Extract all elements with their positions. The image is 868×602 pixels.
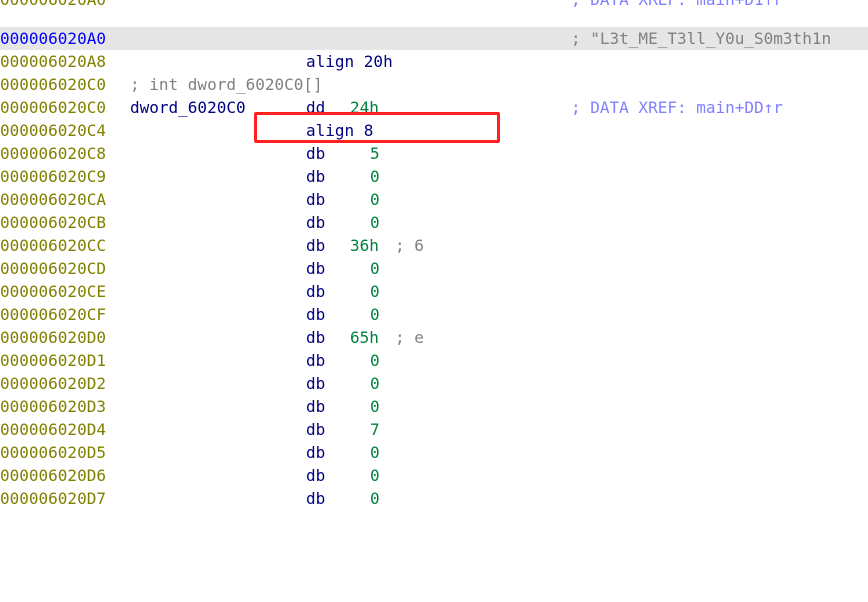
listing-row[interactable]: 000006020A8 align 20h	[0, 50, 868, 73]
listing-row[interactable]: 000006020D1 db 0	[0, 349, 868, 372]
address: 000006020D1	[0, 351, 106, 370]
address: 000006020CC	[0, 236, 106, 255]
address: 000006020A8	[0, 52, 106, 71]
address: 000006020CD	[0, 259, 106, 278]
address: 000006020C4	[0, 121, 106, 140]
address: 000006020C0	[0, 75, 106, 94]
listing-row[interactable]: 000006020D3 db 0	[0, 395, 868, 418]
mnemonic: db	[306, 420, 326, 439]
listing-row[interactable]: 000006020D7 db 0	[0, 487, 868, 510]
mnemonic: db	[306, 466, 326, 485]
address: 000006020D6	[0, 466, 106, 485]
listing-row[interactable]: 000006020D4 db 7	[0, 418, 868, 441]
listing-row[interactable]: 000006020A0 ; DATA XREF: main+D1↑r	[0, 0, 868, 11]
operand: 0	[370, 397, 380, 416]
address: 000006020CB	[0, 213, 106, 232]
mnemonic: db	[306, 397, 326, 416]
listing-row[interactable]: 000006020D5 db 0	[0, 441, 868, 464]
mnemonic: db	[306, 213, 326, 232]
operand: 0	[370, 282, 380, 301]
listing-row[interactable]: 000006020CE db 0	[0, 280, 868, 303]
listing-row[interactable]: 000006020CF db 0	[0, 303, 868, 326]
listing-row[interactable]: 000006020C0 ; int dword_6020C0[]	[0, 73, 868, 96]
listing-row[interactable]: 000006020CB db 0	[0, 211, 868, 234]
address: 000006020D2	[0, 374, 106, 393]
operand: 7	[370, 420, 380, 439]
mnemonic: db	[306, 259, 326, 278]
operand: 0	[370, 190, 380, 209]
listing-row[interactable]: 000006020CD db 0	[0, 257, 868, 280]
mnemonic: db	[306, 351, 326, 370]
listing-row[interactable]: 000006020C9 db 0	[0, 165, 868, 188]
mnemonic: db	[306, 489, 326, 508]
operand: 0	[370, 374, 380, 393]
char-comment: ; e	[395, 328, 424, 347]
operand: 0	[370, 259, 380, 278]
address: 000006020D5	[0, 443, 106, 462]
disassembly-view[interactable]: 000006020A0 ; DATA XREF: main+D1↑r 00000…	[0, 0, 868, 514]
operand: 36h	[350, 236, 379, 255]
mnemonic: db	[306, 190, 326, 209]
address: 000006020D7	[0, 489, 106, 508]
mnemonic: db	[306, 328, 326, 347]
address: 000006020CF	[0, 305, 106, 324]
operand: 0	[370, 489, 380, 508]
operand: 0	[370, 167, 380, 186]
operand: 5	[370, 144, 380, 163]
operand: 0	[370, 443, 380, 462]
string-comment: ; "L3t_ME_T3ll_Y0u_S0m3th1n	[571, 29, 832, 48]
mnemonic: db	[306, 167, 326, 186]
address: 000006020A0	[0, 0, 106, 11]
declaration-comment: ; int dword_6020C0[]	[130, 75, 323, 94]
mnemonic: db	[306, 144, 326, 163]
mnemonic: db	[306, 443, 326, 462]
mnemonic: db	[306, 305, 326, 324]
listing-row[interactable]: 000006020D0 db 65h ; e	[0, 326, 868, 349]
address: 000006020D4	[0, 420, 106, 439]
mnemonic: db	[306, 374, 326, 393]
operand: 0	[370, 305, 380, 324]
xref-comment[interactable]: ; DATA XREF: main+D1↑r	[571, 0, 783, 11]
address: 000006020D3	[0, 397, 106, 416]
address: 000006020C0	[0, 98, 106, 117]
mnemonic: db	[306, 282, 326, 301]
address: 000006020C9	[0, 167, 106, 186]
annotation-highlight-box	[254, 112, 500, 143]
address: 000006020C8	[0, 144, 106, 163]
address: 000006020CA	[0, 190, 106, 209]
listing-row[interactable]: 000006020C8 db 5	[0, 142, 868, 165]
operand: 0	[370, 213, 380, 232]
char-comment: ; 6	[395, 236, 424, 255]
mnemonic: align 20h	[306, 52, 393, 71]
operand: 65h	[350, 328, 379, 347]
address: 000006020CE	[0, 282, 106, 301]
operand: 0	[370, 466, 380, 485]
address: 000006020D0	[0, 328, 106, 347]
listing-row[interactable]: 000006020D6 db 0	[0, 464, 868, 487]
listing-row[interactable]: 000006020CA db 0	[0, 188, 868, 211]
listing-row[interactable]: 000006020CC db 36h ; 6	[0, 234, 868, 257]
address: 000006020A0	[0, 29, 106, 48]
mnemonic: db	[306, 236, 326, 255]
listing-row[interactable]: 000006020D2 db 0	[0, 372, 868, 395]
xref-comment[interactable]: ; DATA XREF: main+DD↑r	[571, 96, 783, 119]
operand: 0	[370, 351, 380, 370]
listing-row-selected[interactable]: 000006020A0 ; "L3t_ME_T3ll_Y0u_S0m3th1n	[0, 27, 868, 50]
label-name[interactable]: dword_6020C0	[130, 96, 246, 119]
